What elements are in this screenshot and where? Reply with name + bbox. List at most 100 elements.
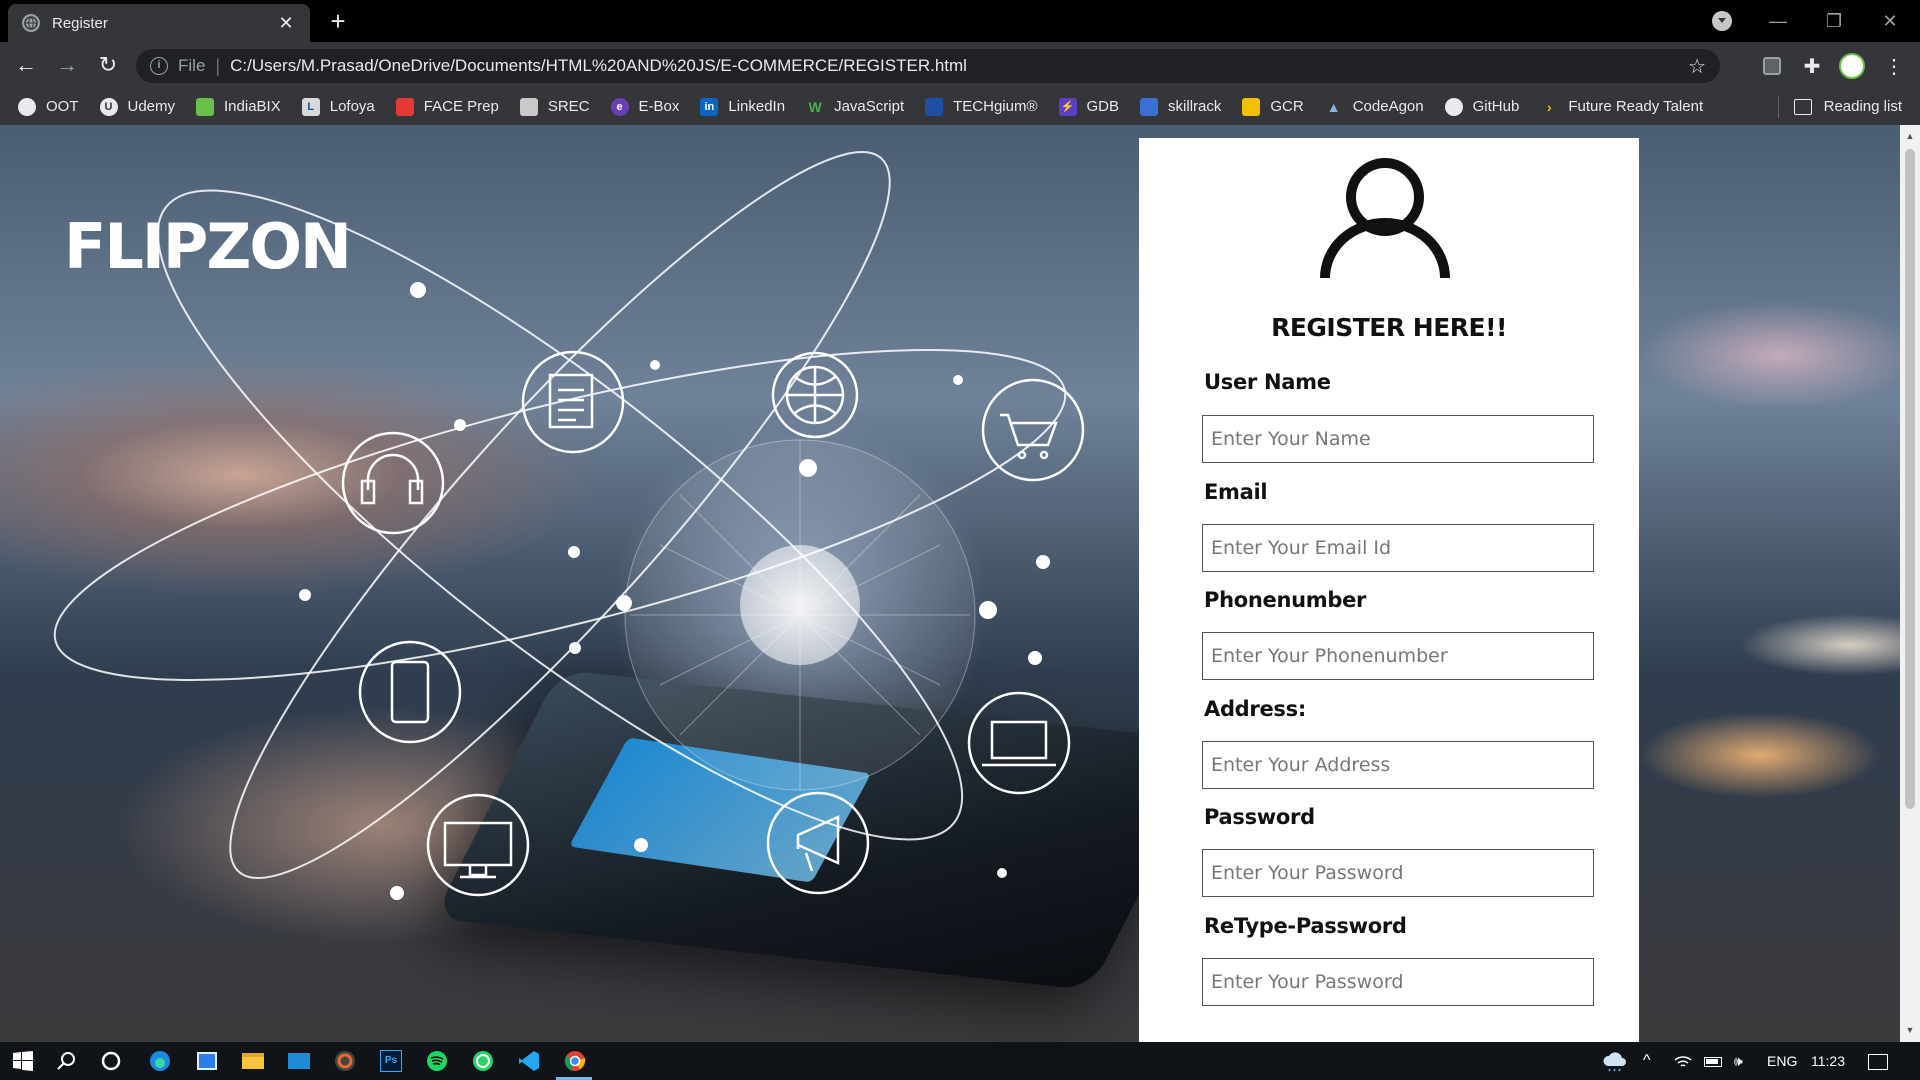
photos-app-icon[interactable] (192, 1046, 222, 1076)
phonenumber-input[interactable] (1202, 632, 1594, 680)
bookmark-skillrack[interactable]: skillrack (1140, 97, 1221, 116)
bookmark-face-prep[interactable]: FACE Prep (395, 97, 499, 116)
chrome-icon[interactable] (560, 1046, 590, 1076)
bookmarks-bar: OOT U Udemy IndiaBIX L Lofoya FACE Prep SR… (0, 88, 1920, 125)
globe-icon (22, 14, 40, 32)
show-hidden-icons-icon[interactable]: ^ (1643, 1042, 1651, 1080)
address-input[interactable] (1202, 741, 1594, 789)
media-player-icon[interactable] (330, 1046, 360, 1076)
udemy-icon: U (99, 97, 118, 116)
reading-list-icon (1793, 98, 1812, 115)
forward-button[interactable]: → (51, 50, 83, 82)
vscode-icon[interactable] (514, 1046, 544, 1076)
scrollbar-thumb[interactable] (1905, 149, 1915, 809)
weather-icon[interactable] (1600, 1046, 1630, 1076)
bookmark-label: GitHub (1472, 98, 1520, 115)
bookmark-techgium[interactable]: TECHgium® (925, 97, 1038, 116)
edge-icon[interactable] (145, 1046, 175, 1076)
close-tab-icon[interactable]: ✕ (276, 13, 296, 34)
bookmark-label: GDB (1086, 98, 1120, 115)
restore-button[interactable]: ❐ (1806, 0, 1862, 42)
address-bar[interactable]: i File | C:/Users/M.Prasad/OneDrive/Docu… (136, 49, 1720, 83)
javascript-icon: W (808, 98, 822, 115)
battery-icon[interactable] (1704, 1042, 1722, 1080)
whatsapp-icon[interactable] (468, 1046, 498, 1076)
password-input[interactable] (1202, 849, 1594, 897)
page-scrollbar[interactable]: ▲ ▼ (1900, 125, 1920, 1042)
bookmark-label: JavaScript (834, 98, 905, 115)
faceprep-icon (395, 97, 414, 116)
tab-title: Register (52, 14, 108, 32)
taskbar-clock[interactable]: 11:23 (1811, 1042, 1845, 1080)
bookmark-e-box[interactable]: e E-Box (610, 97, 679, 116)
reading-list-button[interactable]: Reading list (1793, 88, 1902, 125)
bookmark-label: OOT (46, 98, 79, 115)
bookmark-label: Future Ready Talent (1568, 98, 1704, 115)
email-input[interactable] (1202, 524, 1594, 572)
address-scheme: File (178, 56, 206, 75)
bookmark-lofoya[interactable]: L Lofoya (301, 97, 375, 116)
bookmark-udemy[interactable]: U Udemy (99, 97, 175, 116)
form-title: REGISTER HERE!! (1271, 313, 1507, 342)
bookmark-future-ready-talent[interactable]: › Future Ready Talent (1540, 98, 1703, 116)
wifi-icon[interactable] (1674, 1042, 1692, 1080)
bookmark-github[interactable]: GitHub (1444, 97, 1520, 116)
indiabix-icon (196, 97, 215, 116)
scroll-down-arrow-icon[interactable]: ▼ (1905, 1025, 1915, 1035)
bookmark-label: GCR (1270, 98, 1304, 115)
photoshop-icon[interactable]: Ps (376, 1046, 406, 1076)
bookmarks-divider (1778, 96, 1779, 118)
retype-password-input[interactable] (1202, 958, 1594, 1006)
skillrack-icon (1140, 97, 1159, 116)
bookmark-star-icon[interactable]: ☆ (1688, 54, 1706, 79)
bookmark-gcr[interactable]: GCR (1242, 97, 1304, 116)
bookmark-srec[interactable]: SREC (519, 97, 590, 116)
user-icon (1320, 158, 1450, 279)
retype-password-label: ReType-Password (1204, 914, 1407, 938)
email-label: Email (1204, 480, 1268, 504)
globe-icon (18, 97, 36, 116)
bookmark-label: IndiaBIX (224, 98, 281, 115)
bookmark-oot[interactable]: OOT (18, 97, 79, 116)
spotify-icon[interactable] (422, 1046, 452, 1076)
reload-button[interactable]: ↻ (92, 50, 124, 82)
linkedin-icon: in (700, 97, 719, 116)
username-input[interactable] (1202, 415, 1594, 463)
codeagon-icon: ▲ (1326, 98, 1341, 115)
back-button[interactable]: ← (10, 50, 42, 82)
language-indicator[interactable]: ENG (1767, 1042, 1797, 1080)
close-window-button[interactable]: ✕ (1862, 0, 1918, 42)
windows-start-icon[interactable] (8, 1046, 38, 1076)
address-separator: | (215, 55, 221, 76)
browser-tab-strip: Register ✕ + — ❐ ✕ (0, 0, 1920, 42)
scroll-up-arrow-icon[interactable]: ▲ (1905, 131, 1915, 141)
bookmark-linkedin[interactable]: in LinkedIn (700, 97, 785, 116)
minimize-button[interactable]: — (1750, 0, 1806, 42)
bookmark-gdb[interactable]: ⚡ GDB (1058, 97, 1120, 116)
new-tab-button[interactable]: + (322, 6, 354, 38)
menu-kebab-icon[interactable]: ⋮ (1880, 52, 1908, 80)
extensions-puzzle-icon[interactable]: ✚ (1798, 52, 1826, 80)
reading-list-label: Reading list (1823, 98, 1902, 115)
profile-avatar[interactable] (1838, 52, 1866, 80)
cortana-icon[interactable] (96, 1046, 126, 1076)
extension-square-icon[interactable] (1758, 52, 1786, 80)
mail-icon[interactable] (284, 1046, 314, 1076)
future-ready-icon: › (1546, 98, 1552, 115)
browser-tab-register[interactable]: Register ✕ (8, 4, 310, 42)
bookmark-javascript[interactable]: W JavaScript (806, 98, 904, 116)
bookmark-codeagon[interactable]: ▲ CodeAgon (1325, 98, 1424, 116)
gcr-icon (1242, 97, 1261, 116)
tab-search-button[interactable] (1712, 11, 1732, 31)
address-label: Address: (1204, 697, 1306, 721)
srec-icon (519, 97, 538, 116)
page-viewport: FLIPZON REGISTER HERE!! User Name Email … (0, 125, 1920, 1042)
brand-logo: FLIPZON (64, 210, 352, 283)
volume-icon[interactable]: 🕪 (1734, 1042, 1743, 1080)
notifications-icon[interactable] (1868, 1042, 1888, 1080)
bookmark-indiabix[interactable]: IndiaBIX (196, 97, 281, 116)
address-url: C:/Users/M.Prasad/OneDrive/Documents/HTM… (230, 56, 967, 75)
search-icon[interactable] (52, 1046, 82, 1076)
file-explorer-icon[interactable] (238, 1046, 268, 1076)
site-info-icon[interactable]: i (150, 57, 168, 75)
